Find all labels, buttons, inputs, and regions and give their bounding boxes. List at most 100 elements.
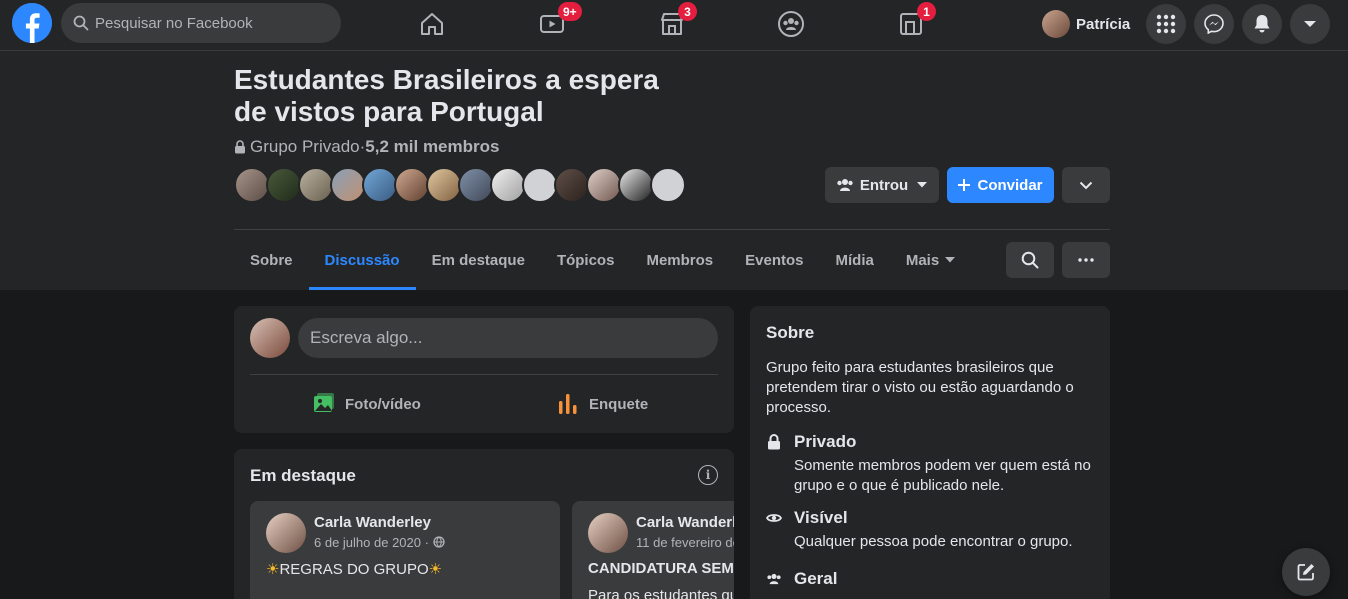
avatar[interactable] (362, 167, 398, 203)
nav-home[interactable] (376, 0, 488, 48)
avatar[interactable] (588, 513, 628, 553)
menu-button[interactable] (1146, 4, 1186, 44)
nav-groups[interactable] (735, 0, 847, 48)
profile-shortcut[interactable]: Patrícia (1038, 6, 1138, 42)
search-icon (73, 15, 89, 31)
tab-membros[interactable]: Membros (630, 230, 729, 290)
about-section: Sobre Grupo feito para estudantes brasil… (750, 306, 1110, 599)
compose-icon (1297, 564, 1314, 581)
invite-button[interactable]: Convidar (947, 167, 1054, 203)
avatar-placeholder[interactable] (522, 167, 558, 203)
divider (250, 374, 718, 375)
post-text: CANDIDATURA SEM N (588, 560, 734, 577)
avatar[interactable] (394, 167, 430, 203)
tab-mais[interactable]: Mais (890, 230, 971, 290)
messenger-button[interactable] (1194, 4, 1234, 44)
sun-icon: ☀ (266, 561, 280, 578)
tab-sobre[interactable]: Sobre (234, 230, 309, 290)
avatar[interactable] (490, 167, 526, 203)
expand-button[interactable] (1062, 167, 1110, 203)
avatar[interactable] (586, 167, 622, 203)
members-icon (767, 573, 781, 585)
gaming-badge: 1 (917, 2, 936, 21)
tab-eventos[interactable]: Eventos (729, 230, 819, 290)
post-date[interactable]: 11 de fevereiro de (636, 535, 734, 550)
globe-icon (432, 536, 445, 548)
search-bar[interactable]: Pesquisar no Facebook (61, 3, 341, 43)
avatar[interactable] (618, 167, 654, 203)
avatar[interactable] (458, 167, 494, 203)
post-composer: Escreva algo... Foto/vídeo Enquete (234, 306, 734, 433)
caret-down-icon (917, 182, 928, 188)
notifications-button[interactable] (1242, 4, 1282, 44)
poll-label: Enquete (589, 395, 649, 413)
marketplace-badge: 3 (678, 2, 697, 21)
about-title: Sobre (766, 323, 815, 342)
chevron-down-icon (1079, 181, 1093, 189)
post-text-preview: Para os estudantes que (588, 587, 734, 599)
featured-post[interactable]: Carla Wanderley 11 de fevereiro de CANDI… (572, 501, 734, 599)
group-search-button[interactable] (1006, 242, 1054, 278)
more-horizontal-icon (1078, 258, 1094, 262)
nav-marketplace[interactable]: 3 (616, 0, 728, 48)
private-description: Somente membros podem ver quem está no g… (794, 457, 1091, 494)
member-avatars[interactable] (234, 167, 686, 203)
tab-mais-label: Mais (905, 251, 940, 269)
post-text: ☀REGRAS DO GRUPO☀ (266, 561, 443, 578)
members-count[interactable]: 5,2 mil membros (365, 137, 499, 157)
photo-video-label: Foto/vídeo (345, 395, 421, 413)
tab-discussao[interactable]: Discussão (308, 230, 416, 290)
avatar[interactable] (426, 167, 462, 203)
page-title: Estudantes Brasileiros a espera de visto… (234, 64, 659, 127)
general-title: Geral (794, 569, 838, 588)
account-button[interactable] (1290, 4, 1330, 44)
tab-midia[interactable]: Mídia (820, 230, 890, 290)
avatar[interactable] (266, 513, 306, 553)
lock-icon (235, 140, 245, 154)
post-author[interactable]: Carla Wanderley (314, 514, 431, 531)
grid-menu-icon (1156, 14, 1176, 34)
post-author[interactable]: Carla Wanderley (636, 514, 734, 531)
about-description: Grupo feito para estudantes brasileiros … (766, 359, 1074, 416)
privacy-label: Grupo Privado (250, 137, 360, 156)
post-date[interactable]: 6 de julho de 2020 · (314, 535, 445, 550)
poll-button[interactable]: Enquete (556, 386, 648, 422)
info-icon[interactable]: i (698, 465, 718, 485)
photo-video-button[interactable]: Foto/vídeo (312, 386, 421, 422)
home-icon (421, 13, 443, 35)
search-icon (1021, 251, 1039, 269)
avatar[interactable] (554, 167, 590, 203)
new-message-button[interactable] (1282, 548, 1330, 596)
visible-title: Visível (794, 508, 848, 527)
top-navigation-bar: Pesquisar no Facebook 9+ 3 1 Patrícia (0, 0, 1348, 51)
avatar[interactable] (298, 167, 334, 203)
group-header: Estudantes Brasileiros a espera de visto… (0, 51, 1348, 290)
joined-button[interactable]: Entrou (825, 167, 939, 203)
search-input[interactable]: Pesquisar no Facebook (95, 15, 253, 32)
sun-icon: ☀ (428, 561, 443, 578)
group-more-button[interactable] (1062, 242, 1110, 278)
featured-post[interactable]: Carla Wanderley 6 de julho de 2020 · ☀RE… (250, 501, 560, 599)
avatar[interactable] (266, 167, 302, 203)
post-input[interactable]: Escreva algo... (298, 318, 718, 358)
avatar[interactable] (234, 167, 270, 203)
avatar (1042, 10, 1070, 38)
featured-title: Em destaque (250, 466, 356, 485)
facebook-logo-icon[interactable] (12, 3, 52, 43)
lock-icon (768, 434, 780, 450)
avatar-placeholder[interactable] (650, 167, 686, 203)
tab-topicos[interactable]: Tópicos (541, 230, 631, 290)
nav-watch[interactable]: 9+ (496, 0, 608, 48)
avatar[interactable] (250, 318, 290, 358)
groups-icon (778, 11, 804, 37)
watch-badge: 9+ (558, 2, 582, 21)
nav-gaming[interactable]: 1 (855, 0, 967, 48)
visible-description: Qualquer pessoa pode encontrar o grupo. (794, 533, 1073, 550)
bell-icon (1254, 15, 1270, 33)
avatar[interactable] (330, 167, 366, 203)
photo-icon (314, 393, 334, 412)
tab-em-destaque[interactable]: Em destaque (416, 230, 541, 290)
group-meta: Grupo Privado · 5,2 mil membros (234, 137, 499, 157)
caret-down-icon (1304, 21, 1316, 27)
caret-down-icon (945, 257, 956, 263)
